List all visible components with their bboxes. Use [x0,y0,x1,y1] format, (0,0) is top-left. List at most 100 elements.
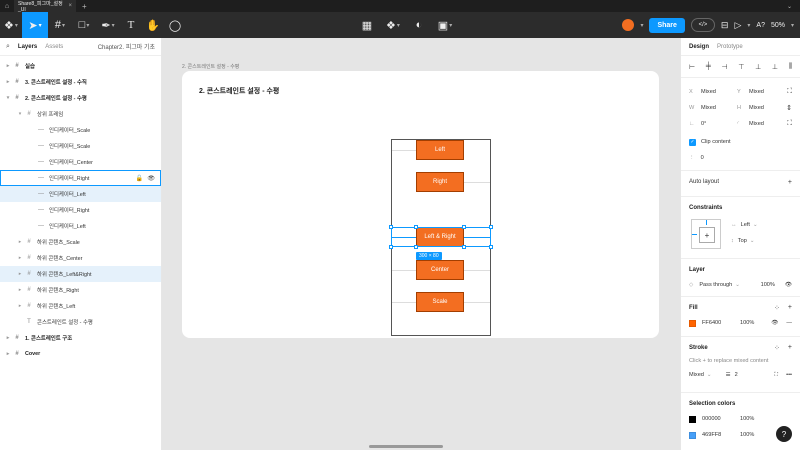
resize-handle[interactable] [414,225,418,229]
layer-row[interactable]: — 인디케이터_Center [0,154,161,170]
align-center-horizontal-icon[interactable]: ╪ [706,63,711,70]
tab-design[interactable]: Design [689,44,709,50]
layer-opacity[interactable]: 100% [761,282,775,288]
eye-icon[interactable]: 👁 [147,175,155,182]
expand-arrow-icon[interactable]: ▸ [4,79,12,85]
blend-mode-select[interactable]: Pass through [699,282,732,288]
layer-row[interactable]: — 인디케이터_Right 🔓 👁 [0,170,161,186]
horizontal-scrollbar[interactable] [369,445,443,448]
layer-row[interactable]: ▸ # 하위 콘텐츠_Center [0,250,161,266]
clip-content-checkbox[interactable]: ✓ [689,138,696,146]
x-field[interactable]: X Mixed [689,89,737,95]
shape-tool-button[interactable]: □ ▾ [72,12,96,38]
layer-row[interactable]: — 인디케이터_Scale [0,122,161,138]
constraints-widget[interactable]: + [691,219,721,249]
add-icon[interactable]: + [788,304,792,312]
layer-row[interactable]: ▾ # 상위 프레임 [0,106,161,122]
resize-handle[interactable] [389,245,393,249]
stroke-position-icon[interactable]: ⛶ [774,372,778,379]
layer-row[interactable]: ▸ # 하위 콘텐츠_Scale [0,234,161,250]
selection-color-opacity[interactable]: 100% [740,416,754,422]
fill-swatch[interactable] [689,319,696,327]
comment-tool-button[interactable]: ◯ [164,12,186,38]
eye-icon[interactable]: 👁 [771,320,778,326]
expand-arrow-icon[interactable]: ▸ [16,271,24,277]
component-tool-button[interactable]: ❖ ▾ [382,12,404,38]
horizontal-constraint-select[interactable]: ↔ Left ⌄ [731,217,758,233]
selection-color-opacity[interactable]: 100% [740,432,754,438]
resize-handle[interactable] [489,245,493,249]
height-field[interactable]: H Mixed [737,105,785,111]
chevron-down-icon[interactable]: ▾ [747,22,750,29]
frame-tool-button[interactable]: # ▾ [48,12,72,38]
resize-handle[interactable] [489,225,493,229]
expand-arrow-icon[interactable]: ▾ [16,111,24,117]
align-middle-vertical-icon[interactable]: ⊥ [755,63,761,71]
rotation-field[interactable]: ∟ 0° [689,121,737,127]
frame-label[interactable]: 2. 콘스트레인트 설정 - 수평 [182,63,239,70]
boolean-tool-button[interactable]: ▣ ▾ [434,12,456,38]
fill-opacity[interactable]: 100% [740,320,754,326]
hand-tool-button[interactable]: ✋ [142,12,164,38]
align-left-icon[interactable]: ⊢ [689,63,695,71]
tab-layers[interactable]: Layers [18,44,37,50]
box-center[interactable]: Center [416,260,464,280]
expand-arrow-icon[interactable]: ▸ [16,303,24,309]
file-tab[interactable]: Share8_피그마_설정_UI × [14,0,76,13]
artboard-frame[interactable]: 2. 콘스트레인트 설정 - 수평 Left Right Left & Righ… [182,71,659,338]
unlock-icon[interactable]: 🔓 [136,175,143,182]
home-icon[interactable]: ⌂ [0,0,14,12]
more-icon[interactable]: ••• [786,372,792,378]
vertical-constraint-select[interactable]: ↕ Top ⌄ [731,233,758,249]
constrain-proportions-icon[interactable]: ⇕ [786,104,792,112]
resize-handle[interactable] [462,245,466,249]
page-selector[interactable]: Chapter2. 피그마 기초 [98,42,155,51]
resize-handle[interactable] [389,225,393,229]
layer-row[interactable]: T 콘스트레인트 설정 - 수평 [0,314,161,330]
layer-row[interactable]: ▸ # Cover [0,346,161,362]
help-button[interactable]: ? [776,426,792,442]
mask-tool-button[interactable]: ◐ [408,12,430,38]
expand-arrow-icon[interactable]: ▸ [4,335,12,341]
pen-tool-button[interactable]: ✒ ▾ [96,12,120,38]
resize-handle[interactable] [414,245,418,249]
fill-hex[interactable]: FF6400 [702,320,740,326]
spacing-value[interactable]: 0 [701,155,704,161]
layer-row[interactable]: — 인디케이터_Left [0,218,161,234]
eye-icon[interactable]: 👁 [785,282,792,288]
close-tab-icon[interactable]: × [68,3,72,9]
layer-row[interactable]: ▸ #3. 콘스트레인트 설정 - 수직 [0,74,161,90]
share-button[interactable]: Share [649,17,685,33]
layer-row[interactable]: ▾ #2. 콘스트레인트 설정 - 수평 [0,90,161,106]
selection-color-swatch[interactable] [689,415,696,423]
independent-corners-icon[interactable]: ⛶ [787,120,792,128]
new-tab-icon[interactable]: + [82,2,87,11]
search-icon[interactable]: ⌕ [6,43,10,51]
align-bottom-icon[interactable]: ⊥ [772,63,778,71]
add-icon[interactable]: + [788,179,792,186]
move-tool-button[interactable]: ➤ ▾ [22,12,48,38]
width-field[interactable]: W Mixed [689,105,737,111]
layer-row[interactable]: — 인디케이터_Left [0,186,161,202]
layer-row[interactable]: ▸ #1. 콘스트레인트 구조 [0,330,161,346]
accessibility-icon[interactable]: A? [756,22,765,29]
box-right[interactable]: Right [416,172,464,192]
expand-arrow-icon[interactable]: ▸ [16,239,24,245]
align-right-icon[interactable]: ⊣ [721,63,727,71]
layer-row[interactable]: ▸ # 하위 콘텐츠_Left [0,298,161,314]
expand-arrow-icon[interactable]: ▸ [16,255,24,261]
resize-to-fit-icon[interactable]: ⛶ [787,88,792,96]
tab-assets[interactable]: Assets [45,44,63,50]
resize-handle[interactable] [462,225,466,229]
layer-row[interactable]: ▸ # 하위 콘텐츠_Left&Right [0,266,161,282]
box-scale[interactable]: Scale [416,292,464,312]
chevron-down-icon[interactable]: ⌄ [787,3,792,10]
distribute-icon[interactable]: ⫼ [789,63,792,71]
chevron-down-icon[interactable]: ▾ [791,22,794,29]
library-icon[interactable]: ⊟ [721,20,729,31]
selection-color-hex[interactable]: 469FF8 [702,432,740,438]
layer-row[interactable]: ▸ # 하위 콘텐츠_Right [0,282,161,298]
text-tool-button[interactable]: T [120,12,142,38]
expand-arrow-icon[interactable]: ▾ [4,95,12,101]
layer-row[interactable]: — 인디케이터_Right [0,202,161,218]
